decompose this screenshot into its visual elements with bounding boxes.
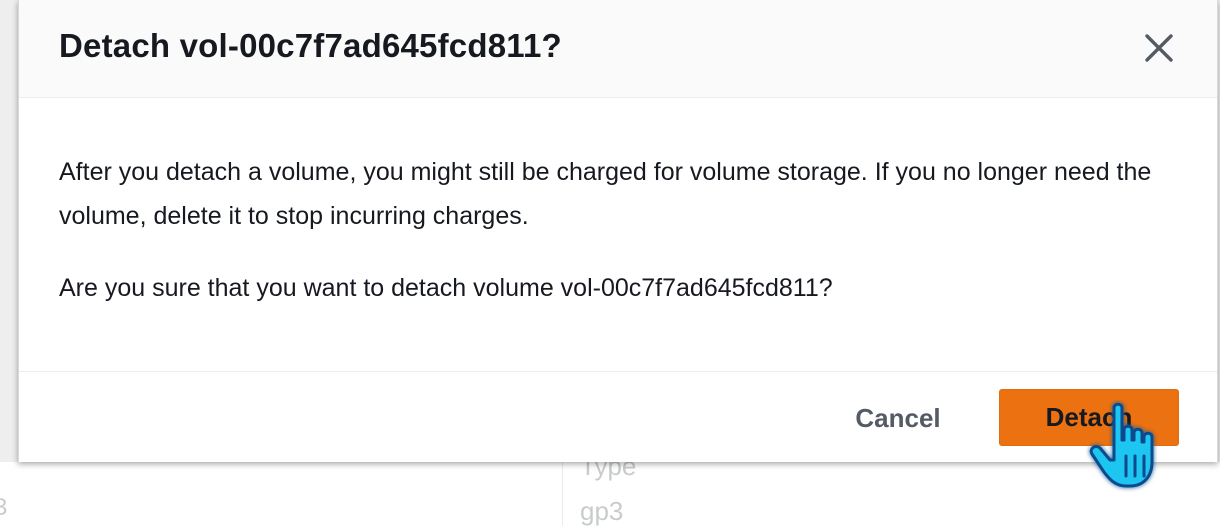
detach-confirm-question: Are you sure that you want to detach vol… bbox=[59, 274, 833, 302]
detach-warning-text: After you detach a volume, you might sti… bbox=[59, 158, 1152, 230]
modal-header: Detach vol-00c7f7ad645fcd811? bbox=[19, 0, 1217, 98]
modal-footer: Cancel Detach bbox=[19, 371, 1217, 462]
background-left-fragment: 3 bbox=[0, 494, 8, 521]
modal-body: After you detach a volume, you might sti… bbox=[59, 150, 1159, 310]
background-left-strip bbox=[0, 0, 18, 462]
close-button[interactable] bbox=[1141, 30, 1177, 66]
detach-button[interactable]: Detach bbox=[999, 389, 1179, 446]
background-divider bbox=[562, 462, 563, 526]
background-type-value: gp3 bbox=[580, 496, 624, 526]
close-icon bbox=[1145, 34, 1173, 62]
modal-title: Detach vol-00c7f7ad645fcd811? bbox=[59, 27, 562, 64]
cancel-button[interactable]: Cancel bbox=[851, 400, 945, 436]
detach-volume-modal: Detach vol-00c7f7ad645fcd811? After you … bbox=[18, 0, 1218, 462]
